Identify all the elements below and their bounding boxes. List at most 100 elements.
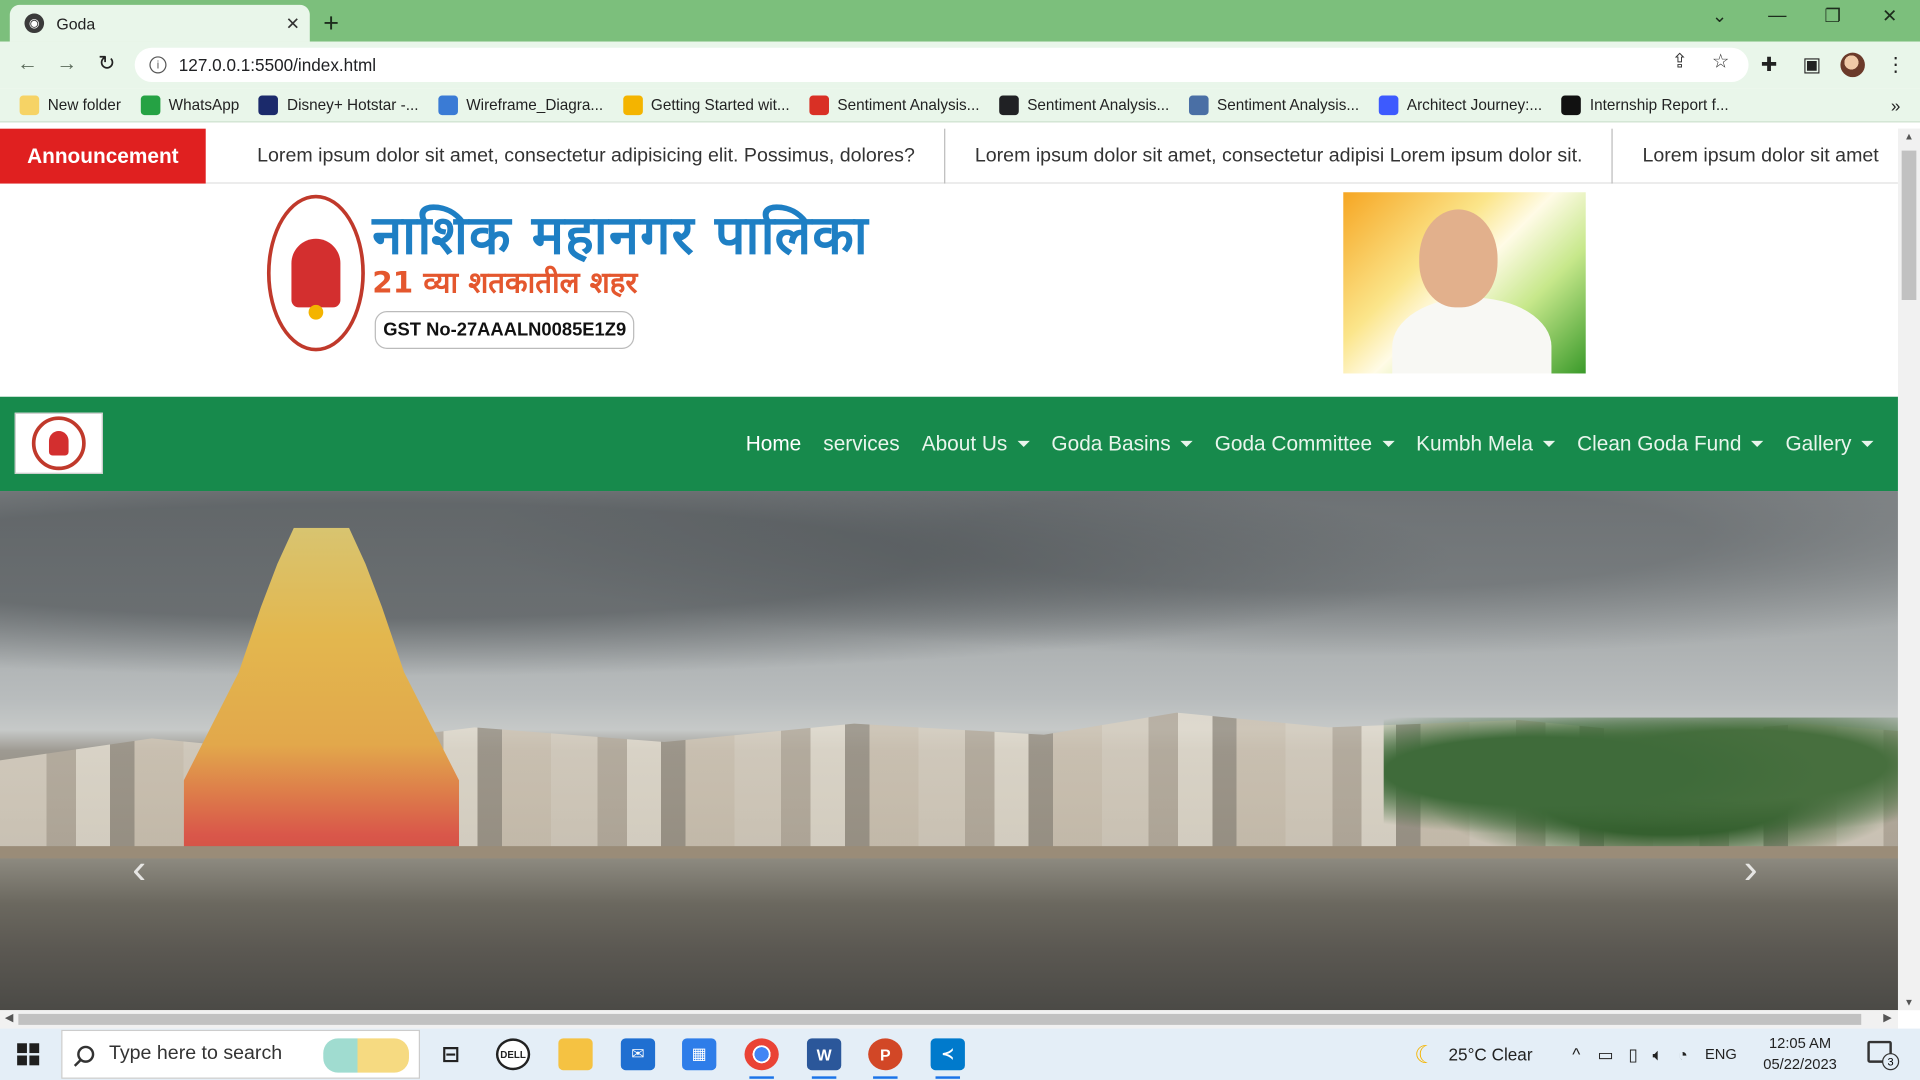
file-explorer-icon[interactable] bbox=[558, 1038, 593, 1071]
vscode-icon[interactable]: ≺ bbox=[930, 1038, 965, 1079]
ticker-item[interactable]: Lorem ipsum dolor sit amet, consectetur … bbox=[206, 128, 946, 184]
ticker-item[interactable]: Lorem ipsum dolor sit amet bbox=[1613, 129, 1898, 184]
windows-start-icon[interactable] bbox=[17, 1043, 40, 1066]
close-window-icon[interactable]: ✕ bbox=[1882, 5, 1897, 27]
caret-down-icon bbox=[1542, 440, 1556, 447]
search-highlight-image bbox=[323, 1038, 409, 1073]
bookmark-item[interactable]: Internship Report f... bbox=[1561, 94, 1729, 115]
extensions-icon[interactable]: ✚ bbox=[1761, 53, 1777, 77]
nav-item-services[interactable]: services bbox=[823, 432, 899, 456]
bookmark-label: Sentiment Analysis... bbox=[1027, 96, 1170, 114]
navbar-logo[interactable] bbox=[14, 412, 103, 474]
profile-avatar[interactable] bbox=[1840, 52, 1865, 78]
tab-title: Goda bbox=[56, 14, 96, 33]
chrome-icon[interactable] bbox=[744, 1038, 779, 1079]
bookmark-label: Getting Started wit... bbox=[650, 96, 790, 114]
notifications-icon[interactable]: 3 bbox=[1867, 1040, 1900, 1071]
close-tab-icon[interactable]: ✕ bbox=[286, 13, 300, 34]
hscroll-thumb[interactable] bbox=[18, 1013, 1862, 1025]
bookmark-item[interactable]: Sentiment Analysis... bbox=[809, 94, 979, 115]
scroll-down-icon[interactable]: ▼ bbox=[1904, 997, 1914, 1008]
forward-icon[interactable]: → bbox=[56, 51, 77, 75]
nav-item-goda-basins[interactable]: Goda Basins bbox=[1051, 432, 1193, 456]
bookmark-star-icon[interactable]: ☆ bbox=[1712, 49, 1730, 73]
bookmark-item[interactable]: Wireframe_Diagra... bbox=[438, 94, 603, 115]
language-indicator[interactable]: ENG bbox=[1705, 1046, 1737, 1063]
scroll-thumb[interactable] bbox=[1901, 150, 1917, 301]
carousel-next-icon[interactable]: › bbox=[1744, 846, 1758, 894]
url-text: 127.0.0.1:5500/index.html bbox=[178, 55, 377, 75]
vertical-scrollbar[interactable]: ▲ ▼ bbox=[1897, 128, 1920, 1011]
bookmark-label: New folder bbox=[47, 96, 121, 114]
dell-icon[interactable]: DELL bbox=[495, 1038, 531, 1071]
globe-icon: ◉ bbox=[24, 13, 45, 34]
store-icon[interactable]: ▦ bbox=[682, 1038, 717, 1071]
side-panel-icon[interactable]: ▣ bbox=[1802, 53, 1821, 77]
nav-item-label: Kumbh Mela bbox=[1416, 431, 1533, 455]
taskbar-search-input[interactable]: Type here to search bbox=[61, 1029, 421, 1079]
scroll-left-icon[interactable]: ◀ bbox=[5, 1011, 13, 1024]
powerpoint-icon[interactable]: P bbox=[868, 1038, 903, 1079]
bookmark-item[interactable]: Disney+ Hotstar -... bbox=[258, 94, 419, 115]
pdf-icon bbox=[809, 94, 829, 115]
caret-down-icon bbox=[1751, 440, 1764, 447]
weather-widget[interactable]: ☾ 25°C Clear bbox=[1414, 1029, 1532, 1080]
reload-icon[interactable]: ↻ bbox=[98, 51, 115, 75]
horizontal-scrollbar[interactable]: ◀ ▶ bbox=[0, 1010, 1898, 1029]
bookmark-item[interactable]: Sentiment Analysis... bbox=[999, 94, 1170, 115]
scroll-right-icon[interactable]: ▶ bbox=[1883, 1011, 1891, 1024]
site-subtitle: 21 व्या शतकातील शहर bbox=[372, 265, 638, 301]
system-tray: ^ ▭ ▯ 🔈︎ ◔ ENG bbox=[1572, 1029, 1737, 1080]
minimize-icon[interactable]: — bbox=[1768, 5, 1786, 26]
nmc-emblem-logo bbox=[266, 194, 365, 352]
nav-item-gallery[interactable]: Gallery bbox=[1785, 432, 1874, 456]
bookmark-item[interactable]: New folder bbox=[19, 94, 121, 115]
back-icon[interactable]: ← bbox=[17, 51, 38, 75]
chart-icon bbox=[1188, 94, 1209, 115]
bookmark-item[interactable]: Sentiment Analysis... bbox=[1188, 94, 1359, 115]
nav-item-goda-committee[interactable]: Goda Committee bbox=[1215, 432, 1395, 456]
wifi-icon[interactable]: ◔ bbox=[1677, 1044, 1687, 1064]
more-bookmarks-icon[interactable]: » bbox=[1891, 96, 1901, 116]
nav-item-kumbh-mela[interactable]: Kumbh Mela bbox=[1416, 431, 1556, 456]
nav-item-about-us[interactable]: About Us bbox=[922, 432, 1030, 456]
bookmark-label: Disney+ Hotstar -... bbox=[287, 96, 419, 114]
task-view-icon[interactable]: ⊟ bbox=[433, 1038, 467, 1070]
clock-time: 12:05 AM bbox=[1769, 1034, 1832, 1052]
meet-icon[interactable]: ▯ bbox=[1628, 1044, 1637, 1065]
restore-icon[interactable]: ❐ bbox=[1825, 5, 1841, 27]
word-icon[interactable]: W bbox=[806, 1038, 842, 1079]
volume-icon[interactable]: 🔈︎ bbox=[1653, 1044, 1663, 1065]
chevron-up-icon[interactable]: ^ bbox=[1572, 1044, 1580, 1064]
menu-icon[interactable]: ⋮ bbox=[1886, 53, 1906, 77]
new-tab-button[interactable]: + bbox=[323, 7, 339, 39]
address-bar[interactable]: i 127.0.0.1:5500/index.html bbox=[134, 47, 1749, 83]
nav-item-home[interactable]: Home bbox=[746, 432, 802, 456]
tab-search-icon[interactable]: ⌄ bbox=[1712, 5, 1727, 27]
caret-down-icon bbox=[1017, 440, 1030, 447]
moon-icon: ☾ bbox=[1414, 1041, 1437, 1069]
gandhi-portrait-image bbox=[1343, 192, 1586, 374]
gst-number: GST No-27AAALN0085E1Z9 bbox=[374, 311, 635, 349]
carousel-prev-icon[interactable]: ‹ bbox=[132, 846, 146, 894]
share-icon[interactable]: ⇪ bbox=[1671, 49, 1687, 73]
browser-tab[interactable]: ◉ Goda ✕ bbox=[9, 4, 310, 42]
site-info-icon[interactable]: i bbox=[149, 56, 167, 74]
bookmark-item[interactable]: WhatsApp bbox=[140, 94, 239, 115]
nav-item-clean-goda-fund[interactable]: Clean Goda Fund bbox=[1577, 432, 1764, 456]
bookmark-label: Internship Report f... bbox=[1589, 96, 1729, 114]
diamond-icon bbox=[438, 94, 458, 115]
clock-date: 05/22/2023 bbox=[1763, 1055, 1837, 1073]
smiley-icon bbox=[622, 94, 643, 115]
whatsapp-icon bbox=[140, 94, 161, 115]
battery-icon[interactable]: ▭ bbox=[1597, 1044, 1613, 1065]
announcement-ticker: Lorem ipsum dolor sit amet, consectetur … bbox=[206, 128, 1898, 184]
bookmark-item[interactable]: Architect Journey:... bbox=[1378, 94, 1542, 115]
scroll-up-icon[interactable]: ▲ bbox=[1904, 131, 1914, 142]
ticker-item[interactable]: Lorem ipsum dolor sit amet, consectetur … bbox=[945, 128, 1614, 184]
taskbar-clock[interactable]: 12:05 AM 05/22/2023 bbox=[1763, 1033, 1837, 1075]
folder-icon bbox=[19, 94, 40, 115]
mail-icon[interactable]: ✉ bbox=[620, 1038, 656, 1071]
bookmark-item[interactable]: Getting Started wit... bbox=[622, 94, 790, 115]
nav-menu: Home services About Us Goda Basins Goda Comm… bbox=[724, 397, 1874, 491]
